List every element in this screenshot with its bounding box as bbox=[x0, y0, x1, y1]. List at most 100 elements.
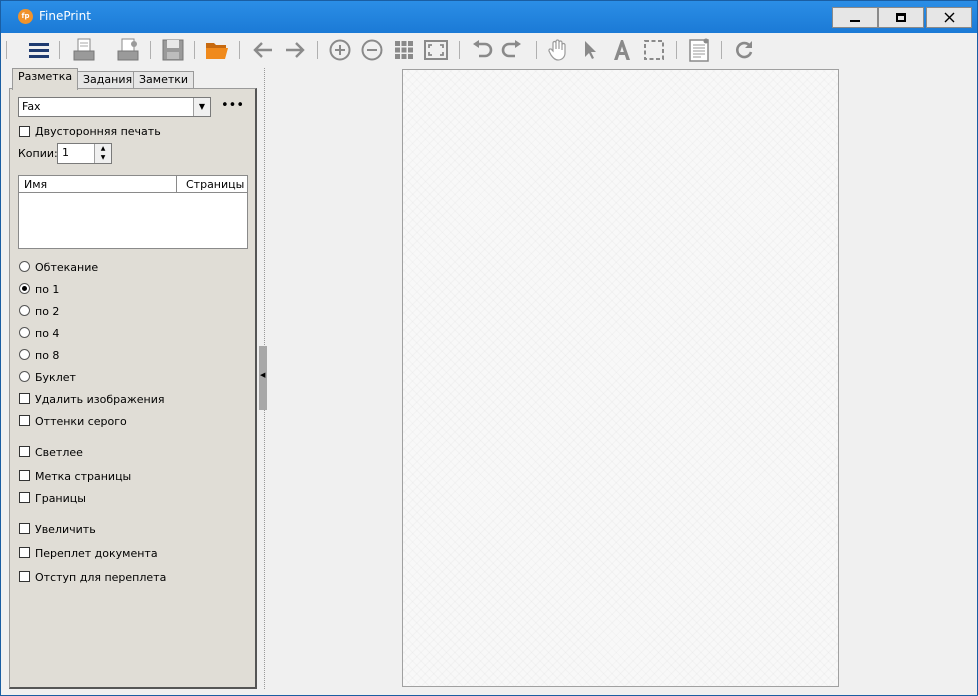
radio-per-2[interactable] bbox=[19, 305, 30, 316]
collapse-left-icon: ◀ bbox=[260, 371, 266, 379]
menu-button[interactable] bbox=[26, 37, 52, 63]
spin-up-icon[interactable]: ▲ bbox=[95, 144, 111, 153]
jobs-list[interactable]: Имя Страницы bbox=[18, 175, 248, 249]
tab-jobs[interactable]: Задания bbox=[77, 71, 139, 89]
panel-tabs: Разметка Задания Заметки bbox=[9, 68, 257, 90]
copies-value: 1 bbox=[62, 146, 69, 159]
fineprint-app-icon: fp bbox=[18, 9, 33, 24]
enlarge-checkbox[interactable] bbox=[19, 523, 30, 534]
radio-wrap[interactable] bbox=[19, 261, 30, 272]
print-button[interactable] bbox=[71, 37, 97, 63]
toolbar-separator bbox=[59, 41, 60, 59]
undo-button[interactable] bbox=[469, 37, 495, 63]
binding-margin-label: Отступ для переплета bbox=[35, 571, 167, 584]
printer-select-value: Fax bbox=[22, 100, 41, 113]
title-bar[interactable]: fp FinePrint bbox=[1, 1, 977, 33]
print-icon bbox=[73, 38, 95, 61]
toolbar-separator bbox=[239, 41, 240, 59]
pointer-tool-button[interactable] bbox=[577, 37, 603, 63]
select-region-button[interactable] bbox=[641, 37, 667, 63]
chevron-down-icon[interactable]: ▼ bbox=[193, 98, 210, 116]
toolbar bbox=[1, 33, 977, 66]
copies-spin-buttons[interactable]: ▲ ▼ bbox=[94, 144, 111, 163]
spin-down-icon[interactable]: ▼ bbox=[95, 153, 111, 162]
open-folder-icon bbox=[206, 43, 228, 59]
menu-icon bbox=[29, 43, 49, 58]
toolbar-separator bbox=[676, 41, 677, 59]
toolbar-separator bbox=[536, 41, 537, 59]
radio-per-1-label: по 1 bbox=[35, 283, 60, 296]
radio-per-4-label: по 4 bbox=[35, 327, 60, 340]
toolbar-separator bbox=[721, 41, 722, 59]
lighter-label: Светлее bbox=[35, 446, 83, 459]
close-icon bbox=[944, 12, 954, 23]
grayscale-checkbox[interactable] bbox=[19, 415, 30, 426]
window-title: FinePrint bbox=[39, 9, 91, 23]
document-binding-checkbox[interactable] bbox=[19, 547, 30, 558]
tab-notes[interactable]: Заметки bbox=[133, 71, 195, 89]
hand-icon bbox=[548, 39, 566, 61]
lighter-checkbox[interactable] bbox=[19, 446, 30, 457]
fit-page-button[interactable] bbox=[423, 37, 449, 63]
thumbnails-button[interactable] bbox=[391, 37, 417, 63]
borders-checkbox[interactable] bbox=[19, 492, 30, 503]
app-window: fp FinePrint Разметка Задания Заметки Fa… bbox=[0, 0, 978, 696]
radio-per-8[interactable] bbox=[19, 349, 30, 360]
toolbar-separator bbox=[194, 41, 195, 59]
jobs-list-header: Имя Страницы bbox=[19, 176, 247, 193]
toolbar-separator bbox=[459, 41, 460, 59]
back-button[interactable] bbox=[250, 37, 276, 63]
duplex-label: Двусторонняя печать bbox=[35, 125, 161, 138]
forward-button[interactable] bbox=[282, 37, 308, 63]
close-button[interactable] bbox=[926, 7, 972, 28]
radio-per-8-label: по 8 bbox=[35, 349, 60, 362]
panel-splitter[interactable]: ◀ bbox=[257, 68, 269, 689]
pointer-icon bbox=[585, 41, 596, 59]
page-label-checkbox[interactable] bbox=[19, 470, 30, 481]
zoom-in-button[interactable] bbox=[327, 37, 353, 63]
radio-booklet[interactable] bbox=[19, 371, 30, 382]
hand-tool-button[interactable] bbox=[545, 37, 571, 63]
fit-page-icon bbox=[424, 40, 448, 60]
toolbar-separator bbox=[150, 41, 151, 59]
zoom-out-icon bbox=[361, 39, 383, 61]
enlarge-label: Увеличить bbox=[35, 523, 96, 536]
tab-layout[interactable]: Разметка bbox=[12, 68, 79, 90]
undo-icon bbox=[473, 40, 493, 58]
maximize-button[interactable] bbox=[878, 7, 924, 28]
minimize-icon bbox=[850, 19, 860, 22]
duplex-checkbox[interactable] bbox=[19, 126, 30, 137]
save-button[interactable] bbox=[160, 37, 186, 63]
layout-tab-content: Fax ▼ ••• Двусторонняя печать Копии: 1 ▲… bbox=[9, 88, 257, 689]
more-options-button[interactable]: ••• bbox=[221, 98, 244, 113]
radio-booklet-label: Буклет bbox=[35, 371, 76, 384]
document-binding-label: Переплет документа bbox=[35, 547, 158, 560]
collapse-panel-button[interactable]: ◀ bbox=[259, 346, 267, 410]
zoom-out-button[interactable] bbox=[359, 37, 385, 63]
binding-margin-checkbox[interactable] bbox=[19, 571, 30, 582]
text-icon bbox=[614, 40, 630, 60]
radio-per-2-label: по 2 bbox=[35, 305, 60, 318]
preview-page[interactable] bbox=[402, 69, 839, 687]
copies-stepper[interactable]: 1 ▲ ▼ bbox=[57, 143, 112, 164]
save-icon bbox=[162, 39, 184, 61]
printer-select[interactable]: Fax ▼ bbox=[18, 97, 211, 117]
refresh-button[interactable] bbox=[731, 37, 757, 63]
open-button[interactable] bbox=[204, 37, 230, 63]
column-name[interactable]: Имя bbox=[24, 178, 47, 191]
redo-button[interactable] bbox=[499, 37, 525, 63]
toolbar-separator bbox=[317, 41, 318, 59]
minimize-button[interactable] bbox=[832, 7, 878, 28]
column-pages[interactable]: Страницы bbox=[186, 178, 244, 191]
notes-page-icon bbox=[689, 38, 709, 62]
column-divider[interactable] bbox=[176, 176, 177, 193]
radio-per-1[interactable] bbox=[19, 283, 30, 294]
notes-page-button[interactable] bbox=[686, 37, 712, 63]
layout-panel: Разметка Задания Заметки Fax ▼ ••• Двуст… bbox=[9, 68, 257, 689]
preview-area[interactable] bbox=[269, 68, 975, 689]
remove-images-checkbox[interactable] bbox=[19, 393, 30, 404]
text-tool-button[interactable] bbox=[609, 37, 635, 63]
print-settings-button[interactable] bbox=[115, 37, 141, 63]
redo-icon bbox=[501, 40, 521, 58]
radio-per-4[interactable] bbox=[19, 327, 30, 338]
